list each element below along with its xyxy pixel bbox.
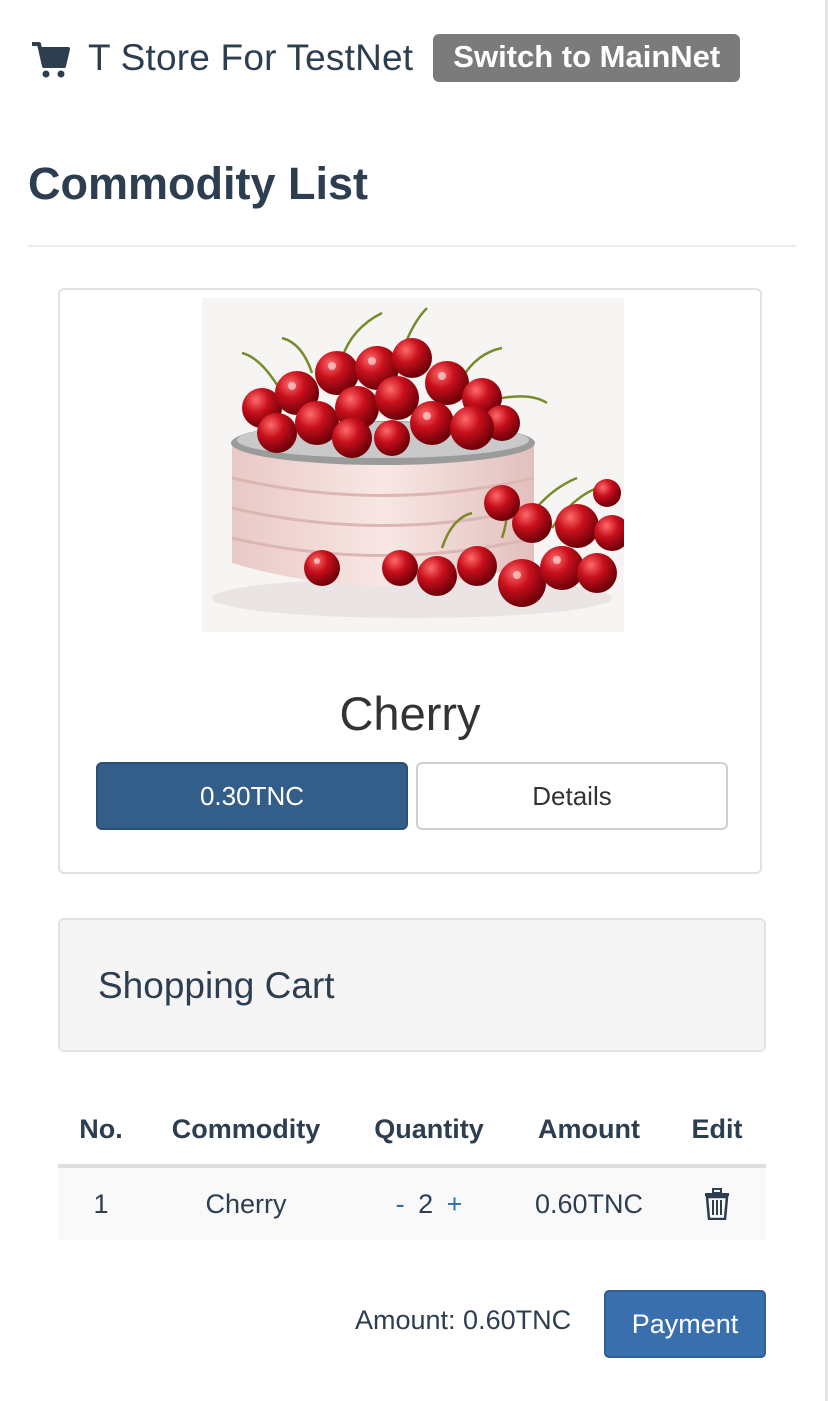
- row-amount: 0.60TNC: [510, 1166, 668, 1240]
- store-title: T Store For TestNet: [88, 37, 414, 78]
- trash-icon[interactable]: [704, 1188, 730, 1221]
- column-header-amount: Amount: [510, 1094, 668, 1168]
- buy-price-button[interactable]: 0.30TNC: [96, 762, 408, 830]
- column-header-edit: Edit: [668, 1094, 766, 1168]
- quantity-value: 2: [418, 1188, 434, 1219]
- increase-quantity-button[interactable]: +: [447, 1189, 463, 1219]
- row-edit-cell: [668, 1166, 766, 1240]
- divider: [28, 245, 796, 247]
- row-quantity-cell: - 2 +: [348, 1166, 510, 1240]
- product-name: Cherry: [339, 687, 481, 740]
- shopping-cart-heading: Shopping Cart: [98, 965, 335, 1006]
- page-title: Commodity List: [28, 158, 369, 209]
- table-row: 1 Cherry - 2 + 0.60TNC: [58, 1166, 766, 1240]
- column-header-commodity: Commodity: [144, 1094, 348, 1168]
- total-amount: Amount: 0.60TNC: [355, 1305, 572, 1335]
- product-image: [202, 298, 624, 632]
- shopping-cart-icon: [30, 36, 70, 80]
- row-number: 1: [58, 1166, 144, 1240]
- product-card: Cherry 0.30TNC Details: [58, 288, 762, 874]
- switch-network-button[interactable]: Switch to MainNet: [433, 34, 741, 82]
- column-header-quantity: Quantity: [348, 1094, 510, 1168]
- table-header-row: No. Commodity Quantity Amount Edit: [58, 1094, 766, 1168]
- cherries-in-bowl-image: [202, 298, 624, 632]
- row-commodity: Cherry: [144, 1166, 348, 1240]
- cart-table: No. Commodity Quantity Amount Edit 1 Che…: [58, 1094, 766, 1240]
- shopping-cart-panel: Shopping Cart: [58, 918, 766, 1052]
- header: T Store For TestNet Switch to MainNet: [30, 30, 741, 86]
- column-header-no: No.: [58, 1094, 144, 1168]
- decrease-quantity-button[interactable]: -: [396, 1189, 405, 1219]
- payment-button[interactable]: Payment: [604, 1290, 766, 1358]
- details-button[interactable]: Details: [416, 762, 728, 830]
